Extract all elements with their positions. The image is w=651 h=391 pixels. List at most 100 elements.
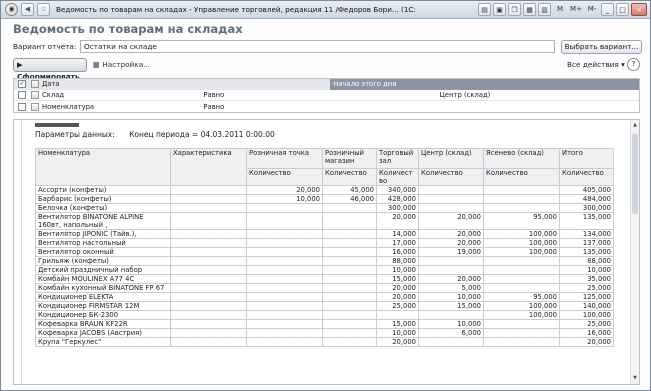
- cell-c[interactable]: 19,000: [418, 247, 484, 257]
- cell-char[interactable]: [170, 337, 247, 347]
- cell-th[interactable]: 428,000: [376, 194, 419, 204]
- cell-y[interactable]: 100,000: [483, 247, 560, 257]
- cell-char[interactable]: [170, 328, 247, 338]
- cell-t[interactable]: 300,000: [559, 203, 614, 213]
- cell-rs[interactable]: [322, 310, 377, 320]
- cell-t[interactable]: 135,000: [559, 247, 614, 257]
- cell-char[interactable]: [170, 256, 247, 266]
- cell-y[interactable]: [483, 274, 560, 284]
- cell-name[interactable]: Вентилятор JIPONIC (Тайв.),: [35, 229, 171, 239]
- cell-c[interactable]: [418, 203, 484, 213]
- settings-cond-warehouse[interactable]: Равно: [203, 91, 439, 99]
- cell-name[interactable]: Белочка (конфеты): [35, 203, 171, 213]
- cell-th[interactable]: 20,000: [376, 337, 419, 347]
- cell-c[interactable]: [418, 310, 484, 320]
- cell-char[interactable]: [170, 194, 247, 204]
- cell-rs[interactable]: [322, 247, 377, 257]
- cell-char[interactable]: [170, 283, 247, 293]
- table-row[interactable]: Кофеварка JACOBS (Австрия) 10,000 6,000 16,…: [35, 328, 614, 338]
- select-variant-button[interactable]: Выбрать вариант...: [561, 40, 642, 54]
- cell-rs[interactable]: [322, 301, 377, 311]
- cell-rs[interactable]: 46,000: [322, 194, 377, 204]
- table-row[interactable]: Грильяж (конфеты) 88,000 88,000: [35, 256, 614, 266]
- cell-char[interactable]: [170, 292, 247, 302]
- cell-t[interactable]: 484,000: [559, 194, 614, 204]
- cell-c[interactable]: 6,000: [418, 328, 484, 338]
- cell-rs[interactable]: [322, 337, 377, 347]
- cell-name[interactable]: Кондиционер БК-2300: [35, 310, 171, 320]
- cell-th[interactable]: [376, 310, 419, 320]
- cell-rp[interactable]: [246, 274, 323, 284]
- table-row[interactable]: Детский праздничный набор 10,000 10,000: [35, 265, 614, 275]
- cell-rp[interactable]: [246, 310, 323, 320]
- cell-char[interactable]: [170, 319, 247, 329]
- cell-char[interactable]: [170, 212, 247, 230]
- cell-y[interactable]: [483, 283, 560, 293]
- cell-rs[interactable]: [322, 292, 377, 302]
- calculator-icon[interactable]: ▥: [538, 3, 551, 16]
- checkbox-warehouse[interactable]: [18, 91, 26, 99]
- memory-button[interactable]: M: [553, 3, 567, 16]
- cell-y[interactable]: 100,000: [483, 238, 560, 248]
- close-button[interactable]: ×: [631, 3, 647, 16]
- cell-name[interactable]: Вентилятор настольный: [35, 238, 171, 248]
- cell-y[interactable]: [483, 256, 560, 266]
- cell-t[interactable]: 125,000: [559, 292, 614, 302]
- favorite-icon[interactable]: ☆: [37, 3, 50, 16]
- cell-t[interactable]: 140,000: [559, 301, 614, 311]
- cell-c[interactable]: 20,000: [418, 238, 484, 248]
- cell-rp[interactable]: [246, 265, 323, 275]
- cell-char[interactable]: [170, 310, 247, 320]
- cell-rp[interactable]: 20,000: [246, 185, 323, 195]
- memory-minus-button[interactable]: M-: [585, 3, 599, 16]
- cell-y[interactable]: [483, 265, 560, 275]
- cell-char[interactable]: [170, 238, 247, 248]
- cell-name[interactable]: Комбайн кухонный BINATONE FP 67: [35, 283, 171, 293]
- cell-rs[interactable]: [322, 274, 377, 284]
- cell-rp[interactable]: [246, 247, 323, 257]
- cell-th[interactable]: 340,000: [376, 185, 419, 195]
- save-icon[interactable]: ▣: [493, 3, 506, 16]
- table-row[interactable]: Комбайн кухонный BINATONE FP 67 20,000 5,0…: [35, 283, 614, 293]
- settings-row-date[interactable]: ✓ Дата Начало этого дня: [14, 78, 639, 90]
- cell-c[interactable]: 20,000: [418, 212, 484, 230]
- cell-rs[interactable]: [322, 229, 377, 239]
- cell-c[interactable]: [418, 265, 484, 275]
- cell-char[interactable]: [170, 274, 247, 284]
- cell-char[interactable]: [170, 247, 247, 257]
- table-row[interactable]: Белочка (конфеты) 300,000 300,000: [35, 203, 614, 213]
- cell-c[interactable]: 10,000: [418, 319, 484, 329]
- table-row[interactable]: Вентилятор оконный 16,000 19,000 100,000 135…: [35, 247, 614, 257]
- table-row[interactable]: Кондиционер БК-2300 100,000 100,000: [35, 310, 614, 320]
- cell-y[interactable]: [483, 319, 560, 329]
- cell-char[interactable]: [170, 265, 247, 275]
- cell-c[interactable]: [418, 185, 484, 195]
- cell-c[interactable]: 15,000: [418, 301, 484, 311]
- cell-t[interactable]: 100,000: [559, 310, 614, 320]
- table-row[interactable]: Вентилятор JIPONIC (Тайв.), 14,000 20,000 1…: [35, 229, 614, 239]
- maximize-button[interactable]: □: [616, 3, 629, 16]
- table-row[interactable]: Вентилятор настольный 17,000 20,000 100,000…: [35, 238, 614, 248]
- cell-rs[interactable]: [322, 328, 377, 338]
- table-row[interactable]: Барбарис (конфеты) 10,000 46,000 428,000 484…: [35, 194, 614, 204]
- cell-y[interactable]: [483, 337, 560, 347]
- cell-char[interactable]: [170, 301, 247, 311]
- cell-char[interactable]: [170, 229, 247, 239]
- cell-name[interactable]: Кондиционер ELEKTA: [35, 292, 171, 302]
- print-icon[interactable]: ▤: [478, 3, 491, 16]
- cell-y[interactable]: [483, 203, 560, 213]
- cell-th[interactable]: 20,000: [376, 283, 419, 293]
- cell-th[interactable]: 10,000: [376, 265, 419, 275]
- cell-rp[interactable]: [246, 301, 323, 311]
- cell-th[interactable]: 300,000: [376, 203, 419, 213]
- cell-y[interactable]: 95,000: [483, 292, 560, 302]
- cell-t[interactable]: 16,000: [559, 328, 614, 338]
- cell-t[interactable]: 134,000: [559, 229, 614, 239]
- table-row[interactable]: Ассорти (конфеты) 20,000 45,000 340,000 405,…: [35, 185, 614, 195]
- cell-name[interactable]: Крупа "Геркулес": [35, 337, 171, 347]
- cell-rs[interactable]: [322, 256, 377, 266]
- settings-row-warehouse[interactable]: Склад Равно Центр (склад): [14, 90, 639, 101]
- cell-rp[interactable]: [246, 212, 323, 230]
- minimize-button[interactable]: _: [601, 3, 614, 16]
- cell-t[interactable]: 137,000: [559, 238, 614, 248]
